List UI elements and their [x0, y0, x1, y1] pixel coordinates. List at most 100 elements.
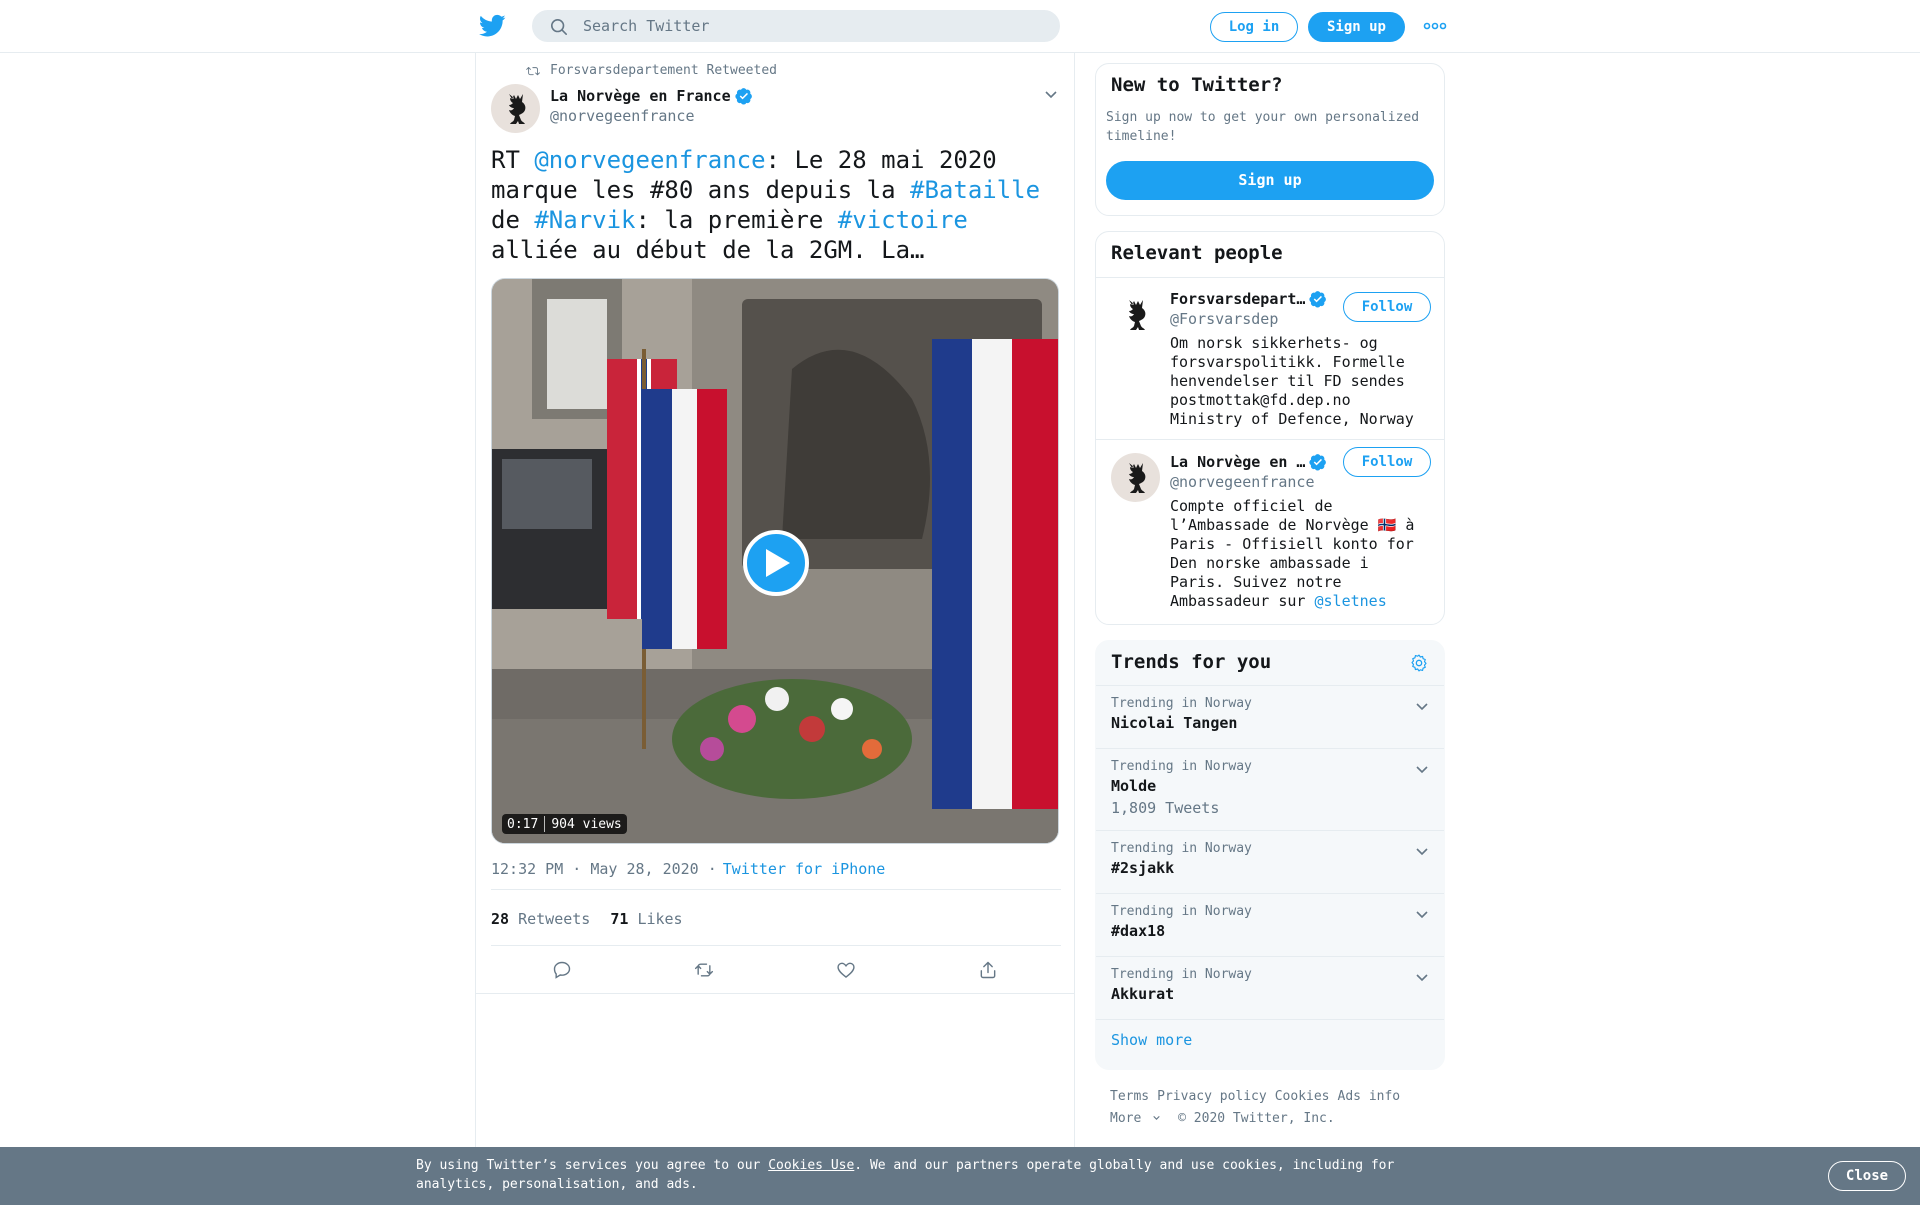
retweet-button[interactable]	[633, 946, 775, 993]
verified-badge-icon	[735, 88, 752, 105]
hashtag-link[interactable]: #victoire	[838, 206, 968, 234]
search-input[interactable]	[583, 11, 1043, 41]
likes-stat[interactable]: 71 Likes	[610, 910, 682, 928]
hashtag-link[interactable]: #Bataille	[910, 176, 1040, 204]
follow-button[interactable]: Follow	[1343, 447, 1431, 477]
trend-name: Akkurat	[1111, 985, 1175, 1003]
verified-badge-icon	[1309, 291, 1327, 308]
footer-links: Terms Privacy policy Cookies Ads info More …	[1110, 1086, 1440, 1130]
relevant-people-card: Relevant people Forsvarsdepart… @Forsvar…	[1095, 231, 1445, 625]
person-name[interactable]: Forsvarsdepart…	[1170, 290, 1327, 308]
share-icon	[980, 961, 996, 978]
person-name[interactable]: La Norvège en …	[1170, 453, 1327, 471]
chevron-down-icon[interactable]	[1414, 698, 1430, 714]
person-handle[interactable]: @norvegeenfrance	[1170, 473, 1315, 491]
video-stats-badge: 0:17 904 views	[502, 814, 627, 834]
chevron-down-icon[interactable]	[1043, 86, 1059, 102]
video-player[interactable]: 0:17 904 views	[491, 278, 1059, 844]
person-avatar[interactable]	[1111, 290, 1160, 339]
video-duration: 0:17	[507, 816, 539, 832]
chevron-down-icon[interactable]	[1414, 761, 1430, 777]
search-box[interactable]	[532, 10, 1060, 42]
person-bio: Compte officiel de l’Ambassade de Norvèg…	[1170, 497, 1430, 611]
trend-item[interactable]: Trending in Norway #2sjakk	[1096, 831, 1444, 894]
lion-crest-icon	[1128, 299, 1145, 330]
sign-up-button[interactable]: Sign up	[1308, 12, 1405, 42]
person-bio: Om norsk sikkerhets- og forsvarspolitikk…	[1170, 334, 1414, 428]
tweet-timestamp-row: 12:32 PM · May 28, 2020 · Twitter for iP…	[491, 860, 885, 878]
trend-item[interactable]: Trending in Norway Molde 1,809 Tweets	[1096, 749, 1444, 831]
footer-link-terms[interactable]: Terms	[1110, 1089, 1149, 1104]
log-in-button[interactable]: Log in	[1210, 12, 1298, 42]
heart-icon	[837, 962, 855, 978]
mention-link[interactable]: @norvegeenfrance	[534, 146, 765, 174]
video-views: 904 views	[551, 816, 622, 832]
play-button[interactable]	[743, 530, 809, 596]
card-title: New to Twitter?	[1111, 74, 1283, 96]
footer-link-privacy[interactable]: Privacy policy	[1157, 1089, 1267, 1104]
tweet-text-segment: alliée au début de la 2GM. La…	[491, 236, 925, 264]
tweet-source-link[interactable]: Twitter for iPhone	[723, 860, 886, 878]
trend-name: Molde	[1111, 777, 1157, 795]
footer-more-menu[interactable]: More	[1110, 1111, 1162, 1126]
trend-context: Trending in Norway	[1111, 696, 1252, 711]
author-name[interactable]: La Norvège en France	[550, 87, 753, 105]
tweet-text-segment: : la première	[635, 206, 838, 234]
person-handle[interactable]: @Forsvarsdep	[1170, 310, 1278, 328]
card-text: Sign up now to get your own personalized…	[1106, 110, 1420, 144]
trend-context: Trending in Norway	[1111, 904, 1252, 919]
mention-link[interactable]: @sletnes	[1315, 592, 1387, 610]
like-button[interactable]	[775, 946, 917, 993]
author-handle[interactable]: @norvegeenfrance	[550, 107, 695, 125]
chevron-down-icon[interactable]	[1414, 969, 1430, 985]
close-button[interactable]: Close	[1828, 1161, 1906, 1191]
divider	[491, 889, 1061, 890]
divider	[1096, 277, 1444, 278]
trend-context: Trending in Norway	[1111, 759, 1252, 774]
trends-header: Trends for you	[1096, 641, 1444, 686]
tweet-column: Forsvarsdepartement Retweeted La Norvège…	[475, 53, 1075, 1153]
trend-item[interactable]: Trending in Norway Nicolai Tangen	[1096, 686, 1444, 749]
footer-link-cookies[interactable]: Cookies	[1275, 1089, 1330, 1104]
cookies-use-link[interactable]: Cookies Use	[768, 1158, 854, 1173]
trend-item[interactable]: Trending in Norway #dax18	[1096, 894, 1444, 957]
chevron-down-icon[interactable]	[1414, 906, 1430, 922]
share-button[interactable]	[917, 946, 1059, 993]
cookie-text: By using Twitter’s services you agree to…	[416, 1158, 1395, 1192]
more-dots-icon[interactable]	[1423, 18, 1447, 34]
retweets-stat[interactable]: 28 Retweets	[491, 910, 590, 928]
chevron-down-icon[interactable]	[1414, 843, 1430, 859]
retweet-icon	[694, 962, 714, 977]
tweet-timestamp[interactable]: 12:32 PM · May 28, 2020 ·	[491, 860, 717, 878]
twitter-bird-icon[interactable]	[479, 14, 506, 38]
footer-link-ads-info[interactable]: Ads info	[1338, 1089, 1401, 1104]
retweeted-by-text: Forsvarsdepartement Retweeted	[550, 63, 777, 78]
copyright: © 2020 Twitter, Inc.	[1178, 1111, 1335, 1126]
tweet-stats: 28 Retweets 71 Likes	[491, 910, 683, 928]
person-avatar[interactable]	[1111, 453, 1160, 502]
tweet-text-segment: RT	[491, 146, 535, 174]
new-to-twitter-card: New to Twitter? Sign up now to get your …	[1095, 63, 1445, 216]
retweets-label: Retweets	[518, 910, 591, 928]
author-avatar[interactable]	[491, 84, 540, 133]
card-title: Trends for you	[1111, 651, 1272, 673]
trend-name: #2sjakk	[1111, 859, 1175, 877]
chevron-down-icon	[1153, 1115, 1161, 1120]
trend-context: Trending in Norway	[1111, 967, 1252, 982]
divider	[476, 993, 1074, 994]
trend-item[interactable]: Trending in Norway Akkurat	[1096, 957, 1444, 1020]
retweet-icon	[526, 66, 540, 75]
tweet-text: RT @norvegeenfrance: Le 28 mai 2020 marq…	[491, 145, 1061, 265]
top-navigation: Log in Sign up	[0, 0, 1920, 53]
card-title: Relevant people	[1111, 242, 1283, 264]
lion-crest-icon	[1128, 462, 1145, 493]
divider	[1096, 439, 1444, 440]
follow-button[interactable]: Follow	[1343, 292, 1431, 322]
reply-button[interactable]	[491, 946, 633, 993]
sign-up-cta-button[interactable]: Sign up	[1106, 161, 1434, 200]
hashtag-link[interactable]: #Narvik	[534, 206, 635, 234]
cookie-banner: By using Twitter’s services you agree to…	[0, 1147, 1920, 1205]
show-more-link[interactable]: Show more	[1111, 1031, 1192, 1049]
retweets-count: 28	[491, 910, 510, 928]
gear-icon[interactable]	[1409, 653, 1429, 673]
